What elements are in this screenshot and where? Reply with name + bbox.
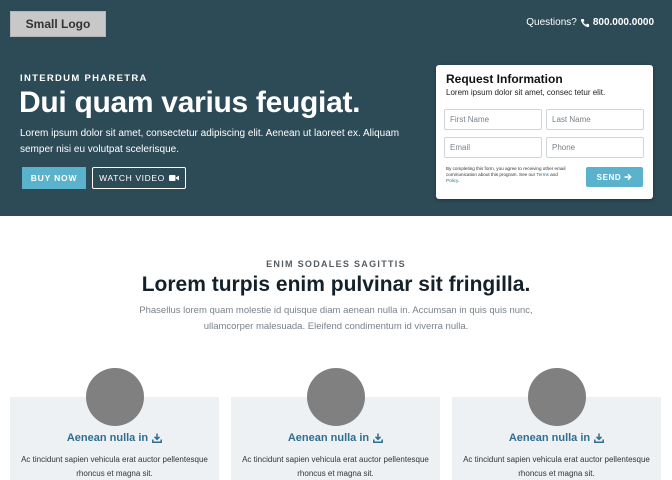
watch-video-label: WATCH VIDEO	[99, 173, 165, 183]
feature-image-placeholder	[86, 368, 144, 426]
video-camera-icon	[168, 175, 179, 181]
hero-title: Dui quam varius feugiat.	[19, 86, 361, 119]
feature-image-placeholder	[307, 368, 365, 426]
section-description: Phasellus lorem quam molestie id quisque…	[139, 305, 533, 332]
feature-text: Ac tincidunt sapien vehicula erat auctor…	[242, 455, 429, 478]
feature-text: Ac tincidunt sapien vehicula erat auctor…	[21, 455, 208, 478]
download-icon	[152, 433, 163, 443]
legal-and: and	[550, 172, 558, 177]
feature-title-text: Aenean nulla in	[66, 432, 149, 444]
questions-label: Questions?	[526, 17, 577, 28]
last-name-field[interactable]: Last Name	[546, 109, 644, 130]
section-title: Lorem turpis enim pulvinar sit fringilla…	[141, 273, 531, 296]
feature-image-placeholder	[528, 368, 586, 426]
policy-link[interactable]: Policy.	[446, 178, 459, 183]
buy-now-label: BUY NOW	[30, 173, 78, 183]
legal-disclaimer: By completing this form, you agree to re…	[446, 166, 568, 184]
hero-description: Lorem ipsum dolor sit amet, consectetur …	[20, 128, 400, 155]
hero-eyebrow: INTERDUM PHARETRA	[20, 73, 148, 84]
phone-number[interactable]: 800.000.0000	[593, 17, 654, 28]
feature-title-text: Aenean nulla in	[287, 432, 370, 444]
feature-title[interactable]: Aenean nulla in	[231, 432, 440, 444]
logo[interactable]: Small Logo	[10, 11, 106, 37]
feature-title-text: Aenean nulla in	[508, 432, 591, 444]
watch-video-button[interactable]: WATCH VIDEO	[92, 167, 186, 189]
feature-title[interactable]: Aenean nulla in	[452, 432, 661, 444]
feature-title[interactable]: Aenean nulla in	[10, 432, 219, 444]
phone-icon	[580, 18, 589, 27]
phone-field[interactable]: Phone	[546, 137, 644, 158]
form-subtitle: Lorem ipsum dolor sit amet, consec tetur…	[446, 88, 606, 97]
email-field[interactable]: Email	[444, 137, 542, 158]
request-info-form: Request Information Lorem ipsum dolor si…	[436, 65, 653, 199]
buy-now-button[interactable]: BUY NOW	[22, 167, 86, 189]
form-title: Request Information	[446, 72, 563, 86]
section-eyebrow: ENIM SODALES SAGITTIS	[266, 259, 406, 269]
contact-info: Questions? 800.000.0000	[526, 17, 654, 28]
send-label: SEND	[596, 172, 622, 182]
download-icon	[594, 433, 605, 443]
download-icon	[373, 433, 384, 443]
arrow-right-icon	[624, 173, 633, 181]
hero-section: Small Logo Questions? 800.000.0000 INTER…	[0, 0, 672, 216]
feature-text: Ac tincidunt sapien vehicula erat auctor…	[463, 455, 650, 478]
send-button[interactable]: SEND	[586, 167, 643, 187]
terms-link[interactable]: Terms	[536, 172, 549, 177]
first-name-field[interactable]: First Name	[444, 109, 542, 130]
